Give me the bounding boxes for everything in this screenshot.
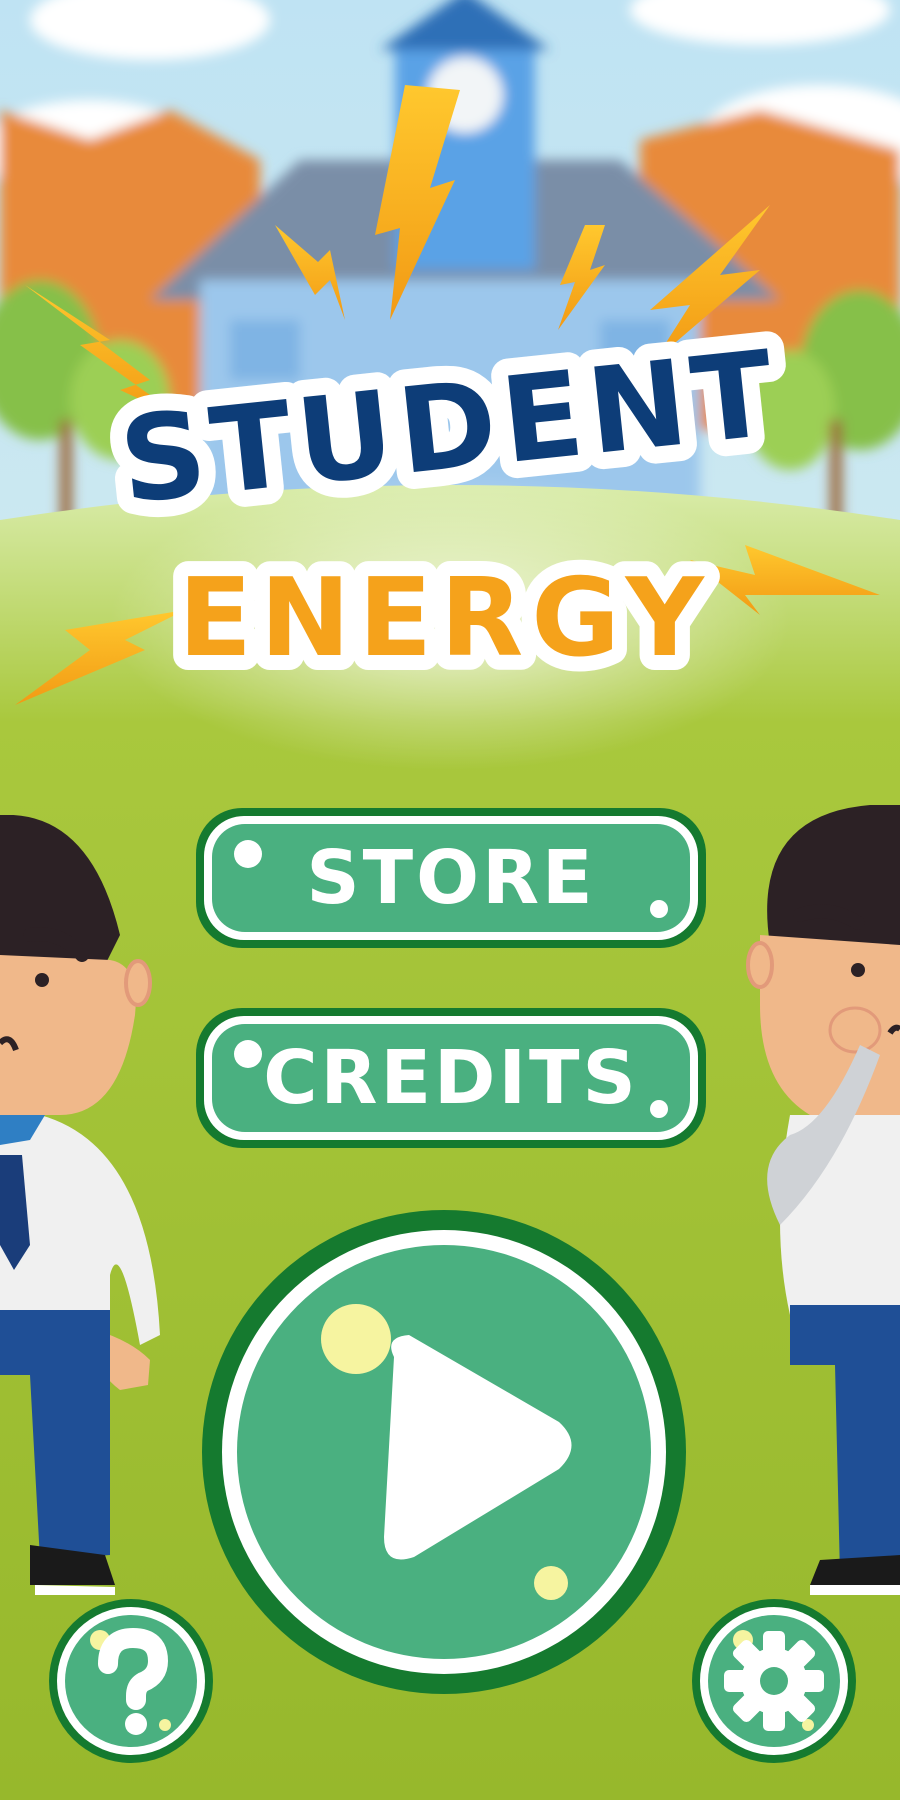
highlight-dot [159,1719,171,1731]
play-button-graphic [202,1210,686,1694]
help-button-graphic [49,1599,213,1763]
highlight-dot [650,1100,668,1118]
gear-icon [724,1631,824,1731]
lightning-bolt-icon [690,545,880,615]
highlight-dot [234,1040,262,1068]
student-character-right [746,805,900,1595]
highlight-dot [534,1566,568,1600]
student-character-left [0,815,160,1595]
highlight-dot [321,1304,391,1374]
credits-button-label: CREDITS [263,1035,639,1121]
settings-button-graphic [692,1599,856,1763]
store-button-label: STORE [306,835,596,921]
title-line-2: ENERGY [178,556,712,681]
help-button[interactable] [48,1598,214,1764]
store-button[interactable]: STORE [196,808,706,948]
credits-button[interactable]: CREDITS [196,1008,706,1148]
store-button-face: STORE [212,824,690,932]
main-menu-screen: STUDENT STUDENT ENERGY ENERGY STORE CRED… [0,0,900,1800]
lightning-bolt-icon [375,85,460,320]
highlight-dot [234,840,262,868]
lightning-bolt-icon [275,225,345,320]
credits-button-face: CREDITS [212,1024,690,1132]
highlight-dot [650,900,668,918]
play-button[interactable] [199,1207,689,1697]
title-graphic: STUDENT STUDENT ENERGY ENERGY [15,85,880,705]
credits-button-ring: CREDITS [204,1016,698,1140]
lightning-bolt-icon [15,610,185,705]
lightning-bolt-icon [558,225,605,330]
store-button-ring: STORE [204,816,698,940]
game-title-logo: STUDENT STUDENT ENERGY ENERGY [0,0,900,720]
settings-button[interactable] [691,1598,857,1764]
title-line-1: STUDENT [114,324,786,530]
